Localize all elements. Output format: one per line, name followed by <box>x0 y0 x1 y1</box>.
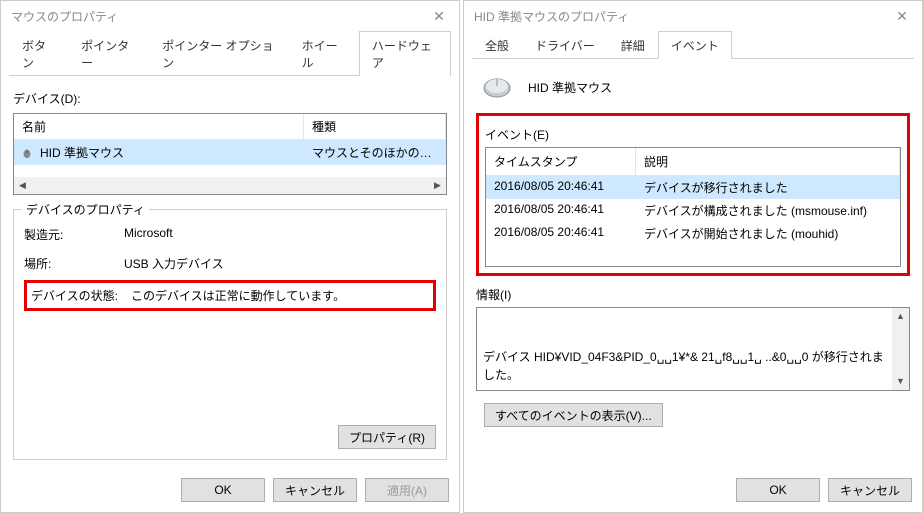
manufacturer-label: 製造元: <box>24 226 124 243</box>
cell-timestamp: 2016/08/05 20:46:41 <box>486 176 636 199</box>
cell-type: マウスとそのほかのポイン <box>310 142 440 163</box>
tab-events[interactable]: イベント <box>658 31 732 59</box>
tab-driver[interactable]: ドライバー <box>522 31 608 59</box>
events-listview[interactable]: タイムスタンプ 説明 2016/08/05 20:46:41 デバイスが移行され… <box>485 147 901 267</box>
tab-details[interactable]: 詳細 <box>608 31 658 59</box>
mouse-icon <box>480 75 514 99</box>
cell-timestamp: 2016/08/05 20:46:41 <box>486 222 636 245</box>
tab-pointer[interactable]: ポインター <box>68 31 149 76</box>
tab-general[interactable]: 全般 <box>472 31 522 59</box>
close-icon: ✕ <box>896 8 908 25</box>
mouse-properties-dialog: マウスのプロパティ ✕ ボタン ポインター ポインター オプション ホイール ハ… <box>0 0 460 513</box>
ok-button[interactable]: OK <box>736 478 820 502</box>
properties-button[interactable]: プロパティ(R) <box>338 425 436 449</box>
tab-buttons[interactable]: ボタン <box>9 31 68 76</box>
tab-wheel[interactable]: ホイール <box>289 31 359 76</box>
status-highlight-box: デバイスの状態: このデバイスは正常に動作しています。 <box>24 280 436 311</box>
ok-button[interactable]: OK <box>181 478 265 502</box>
tab-pointer-options[interactable]: ポインター オプション <box>149 31 288 76</box>
close-icon: ✕ <box>433 8 445 25</box>
events-label: イベント(E) <box>485 126 901 143</box>
tabstrip: ボタン ポインター ポインター オプション ホイール ハードウェア <box>1 31 459 76</box>
titlebar: マウスのプロパティ ✕ <box>1 1 459 31</box>
info-label: 情報(I) <box>476 286 910 303</box>
cell-description: デバイスが開始されました (mouhid) <box>636 222 900 245</box>
location-value: USB 入力デバイス <box>124 255 224 272</box>
dialog-footer: OK キャンセル <box>464 470 922 512</box>
close-button[interactable]: ✕ <box>419 1 459 31</box>
info-textbox[interactable]: デバイス HID¥VID_04F3&PID_0␣␣1¥*& 21␣f8␣␣1␣ … <box>476 307 910 391</box>
cell-description: デバイスが移行されました <box>636 176 900 199</box>
event-row[interactable]: 2016/08/05 20:46:41 デバイスが構成されました (msmous… <box>486 199 900 222</box>
groupbox-legend: デバイスのプロパティ <box>22 201 149 218</box>
devices-label: デバイス(D): <box>13 90 447 107</box>
window-title: HID 準拠マウスのプロパティ <box>474 8 629 25</box>
cell-timestamp: 2016/08/05 20:46:41 <box>486 199 636 222</box>
col-description[interactable]: 説明 <box>636 148 900 175</box>
cell-description: デバイスが構成されました (msmouse.inf) <box>636 199 900 222</box>
device-header: HID 準拠マウス <box>476 69 910 111</box>
apply-button: 適用(A) <box>365 478 449 502</box>
scroll-left-icon[interactable]: ◀ <box>14 177 31 194</box>
status-value: このデバイスは正常に動作しています。 <box>131 287 345 304</box>
show-all-events-button[interactable]: すべてのイベントの表示(V)... <box>484 403 663 427</box>
titlebar: HID 準拠マウスのプロパティ ✕ <box>464 1 922 31</box>
manufacturer-value: Microsoft <box>124 226 173 243</box>
listview-header: 名前 種類 <box>14 114 446 140</box>
tabstrip: 全般 ドライバー 詳細 イベント <box>464 31 922 59</box>
cancel-button[interactable]: キャンセル <box>273 478 357 502</box>
cancel-button[interactable]: キャンセル <box>828 478 912 502</box>
scroll-right-icon[interactable]: ▶ <box>429 177 446 194</box>
list-row[interactable]: HID 準拠マウス マウスとそのほかのポイン <box>14 140 446 165</box>
info-text: デバイス HID¥VID_04F3&PID_0␣␣1¥*& 21␣f8␣␣1␣ … <box>483 348 903 391</box>
location-label: 場所: <box>24 255 124 272</box>
events-highlight-box: イベント(E) タイムスタンプ 説明 2016/08/05 20:46:41 デ… <box>476 113 910 276</box>
col-type[interactable]: 種類 <box>304 114 446 139</box>
scroll-down-icon[interactable]: ▼ <box>892 373 909 390</box>
vertical-scrollbar[interactable]: ▲ ▼ <box>892 308 909 390</box>
events-header: タイムスタンプ 説明 <box>486 148 900 176</box>
device-name: HID 準拠マウス <box>528 79 612 96</box>
devices-listview[interactable]: 名前 種類 HID 準拠マウス マウスとそのほかのポイン ◀ ▶ <box>13 113 447 195</box>
event-row[interactable]: 2016/08/05 20:46:41 デバイスが移行されました <box>486 176 900 199</box>
col-timestamp[interactable]: タイムスタンプ <box>486 148 636 175</box>
device-properties-group: デバイスのプロパティ 製造元: Microsoft 場所: USB 入力デバイス… <box>13 209 447 460</box>
close-button[interactable]: ✕ <box>882 1 922 31</box>
cell-name: HID 準拠マウス <box>38 142 310 163</box>
scroll-track[interactable] <box>892 325 909 373</box>
hid-mouse-properties-dialog: HID 準拠マウスのプロパティ ✕ 全般 ドライバー 詳細 イベント HID 準… <box>463 0 923 513</box>
dialog-footer: OK キャンセル 適用(A) <box>1 470 459 512</box>
window-title: マウスのプロパティ <box>11 8 118 25</box>
mouse-icon <box>20 146 34 160</box>
scroll-up-icon[interactable]: ▲ <box>892 308 909 325</box>
tab-hardware[interactable]: ハードウェア <box>359 31 451 76</box>
horizontal-scrollbar[interactable]: ◀ ▶ <box>14 177 446 194</box>
col-name[interactable]: 名前 <box>14 114 304 139</box>
status-label: デバイスの状態: <box>31 287 131 304</box>
event-row[interactable]: 2016/08/05 20:46:41 デバイスが開始されました (mouhid… <box>486 222 900 245</box>
